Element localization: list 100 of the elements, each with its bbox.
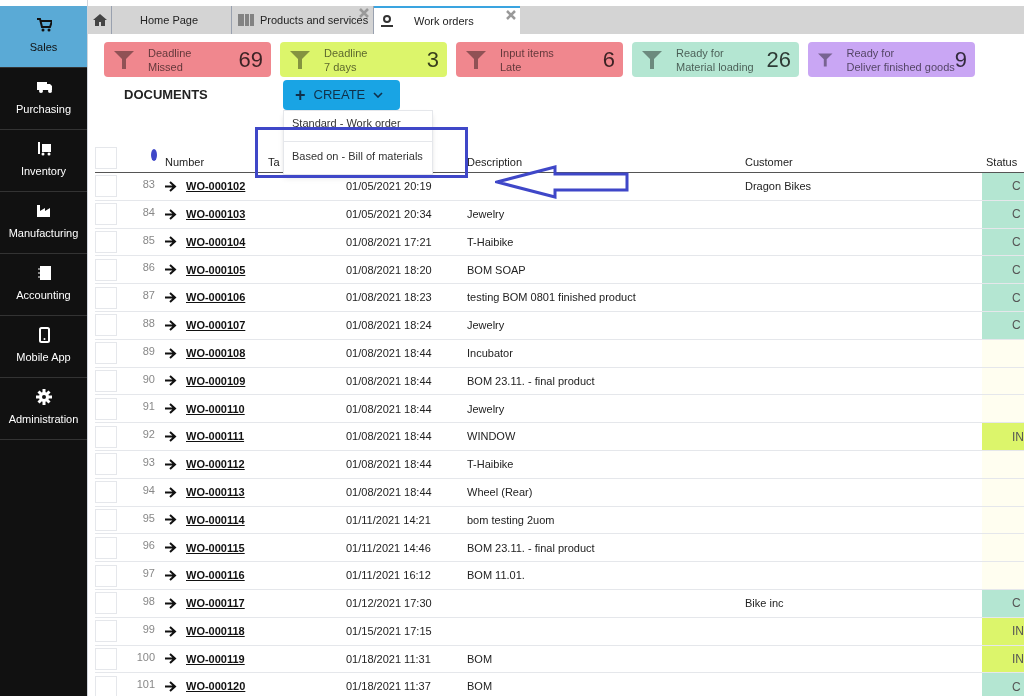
row-number: 91 bbox=[141, 399, 155, 415]
sidebar-item[interactable]: Accounting bbox=[0, 254, 87, 316]
document-link[interactable]: WO-000106 bbox=[186, 289, 346, 306]
document-link[interactable]: WO-000109 bbox=[186, 372, 346, 390]
column-header[interactable]: Customer bbox=[745, 153, 986, 170]
row-number: 90 bbox=[141, 371, 155, 387]
document-link[interactable]: WO-000108 bbox=[186, 344, 346, 362]
filter-count: 9 bbox=[954, 46, 967, 72]
checkbox[interactable] bbox=[95, 203, 117, 226]
table-cell-text: Jewelry bbox=[467, 401, 506, 417]
filter-card[interactable]: Deadline Missed 69 bbox=[104, 42, 271, 77]
tab[interactable]: Home Page bbox=[112, 6, 232, 34]
checkbox[interactable] bbox=[95, 314, 117, 337]
checkbox[interactable] bbox=[95, 175, 117, 198]
column-header[interactable]: Description bbox=[467, 153, 745, 170]
status-cell: C bbox=[982, 228, 1024, 256]
table-cell-text: Wheel (Rear) bbox=[467, 484, 534, 500]
menu-item[interactable]: Standard - Work order bbox=[284, 115, 432, 141]
home-icon[interactable] bbox=[92, 14, 107, 26]
menu-item[interactable]: Based on - Bill of materials bbox=[284, 140, 432, 170]
arrow-icon[interactable] bbox=[165, 180, 177, 192]
arrow-icon[interactable] bbox=[165, 236, 177, 248]
checkbox[interactable] bbox=[95, 369, 117, 392]
row-number: 95 bbox=[141, 510, 155, 526]
document-link[interactable]: WO-000104 bbox=[186, 233, 346, 251]
checkbox[interactable] bbox=[95, 147, 117, 169]
arrow-icon[interactable] bbox=[165, 570, 177, 582]
table-cell-text: 01/15/2021 17:15 bbox=[346, 623, 433, 639]
arrow-icon[interactable] bbox=[165, 347, 177, 359]
create-button[interactable]: + CREATE bbox=[283, 80, 400, 110]
sidebar-item[interactable]: Manufacturing bbox=[0, 192, 87, 254]
arrow-icon[interactable] bbox=[165, 208, 177, 220]
document-link[interactable]: WO-000119 bbox=[186, 650, 346, 668]
tab[interactable]: Products and services bbox=[232, 6, 374, 34]
table-cell-text: 01/11/2021 14:46 bbox=[346, 540, 432, 556]
checkbox[interactable] bbox=[95, 286, 117, 309]
checkbox[interactable] bbox=[95, 564, 117, 587]
arrow-icon[interactable] bbox=[165, 486, 177, 498]
filter-card[interactable]: Input items Late 6 bbox=[456, 42, 623, 77]
arrow-icon[interactable] bbox=[165, 514, 177, 526]
sidebar-item[interactable]: Mobile App bbox=[0, 316, 87, 378]
table-cell-text: 01/08/2021 18:44 bbox=[346, 429, 433, 445]
arrow-icon[interactable] bbox=[165, 264, 177, 276]
table-cell-text: 01/08/2021 18:44 bbox=[346, 345, 433, 361]
arrow-icon[interactable] bbox=[165, 403, 177, 415]
filter-card[interactable]: Ready for Material loading 26 bbox=[632, 42, 799, 77]
table-cell-text: 01/08/2021 18:44 bbox=[346, 457, 433, 473]
checkbox[interactable] bbox=[95, 536, 117, 559]
arrow-icon[interactable] bbox=[165, 653, 177, 665]
arrow-icon[interactable] bbox=[165, 319, 177, 331]
table-cell-text: Incubator bbox=[467, 345, 514, 361]
document-link[interactable]: WO-000113 bbox=[186, 483, 346, 501]
checkbox[interactable] bbox=[95, 397, 117, 420]
arrow-icon[interactable] bbox=[165, 542, 177, 554]
checkbox[interactable] bbox=[95, 342, 117, 365]
filter-count: 69 bbox=[238, 46, 263, 74]
checkbox[interactable] bbox=[95, 647, 117, 670]
close-icon[interactable] bbox=[506, 10, 516, 20]
document-link[interactable]: WO-000117 bbox=[186, 595, 346, 612]
checkbox[interactable] bbox=[95, 425, 117, 448]
arrow-icon[interactable] bbox=[165, 597, 177, 609]
document-link[interactable]: WO-000120 bbox=[186, 678, 346, 695]
document-link[interactable]: WO-000111 bbox=[186, 428, 346, 445]
arrow-icon[interactable] bbox=[165, 375, 177, 387]
document-link[interactable]: WO-000114 bbox=[186, 511, 346, 529]
document-link[interactable]: WO-000107 bbox=[186, 317, 346, 334]
document-link[interactable]: WO-000102 bbox=[186, 178, 346, 195]
filter-icon bbox=[642, 50, 662, 69]
sidebar-item[interactable]: Administration bbox=[0, 378, 87, 440]
checkbox[interactable] bbox=[95, 508, 117, 531]
document-link[interactable]: WO-000103 bbox=[186, 205, 346, 223]
document-link[interactable]: WO-000110 bbox=[186, 400, 346, 417]
checkbox[interactable] bbox=[95, 231, 117, 253]
filter-card[interactable]: Deadline 7 days 3 bbox=[280, 42, 447, 77]
status-cell: IN bbox=[982, 645, 1024, 673]
checkbox[interactable] bbox=[95, 592, 117, 615]
checkbox[interactable] bbox=[95, 453, 117, 476]
arrow-icon[interactable] bbox=[165, 431, 177, 443]
checkbox[interactable] bbox=[95, 258, 117, 281]
document-link[interactable]: WO-000116 bbox=[186, 567, 346, 584]
document-link[interactable]: WO-000115 bbox=[186, 539, 346, 556]
arrow-icon[interactable] bbox=[165, 458, 177, 470]
close-icon[interactable] bbox=[359, 8, 369, 18]
arrow-icon[interactable] bbox=[165, 681, 177, 693]
document-link[interactable]: WO-000105 bbox=[186, 261, 346, 279]
document-link[interactable]: WO-000112 bbox=[186, 456, 346, 473]
checkbox[interactable] bbox=[95, 620, 117, 643]
column-header[interactable]: Status bbox=[986, 153, 1018, 170]
column-header[interactable]: Number bbox=[165, 153, 268, 170]
sidebar-item[interactable]: Sales bbox=[0, 6, 87, 68]
arrow-icon[interactable] bbox=[165, 292, 177, 304]
document-link[interactable]: WO-000118 bbox=[186, 622, 346, 640]
table-cell-text: bom testing 2uom bbox=[467, 512, 556, 528]
arrow-icon[interactable] bbox=[165, 625, 177, 637]
tab[interactable]: Work orders bbox=[374, 6, 520, 34]
sidebar-item[interactable]: Purchasing bbox=[0, 68, 87, 130]
checkbox[interactable] bbox=[95, 481, 117, 504]
checkbox[interactable] bbox=[95, 675, 117, 696]
cart-icon bbox=[35, 17, 52, 34]
sidebar-item[interactable]: Inventory bbox=[0, 130, 87, 192]
